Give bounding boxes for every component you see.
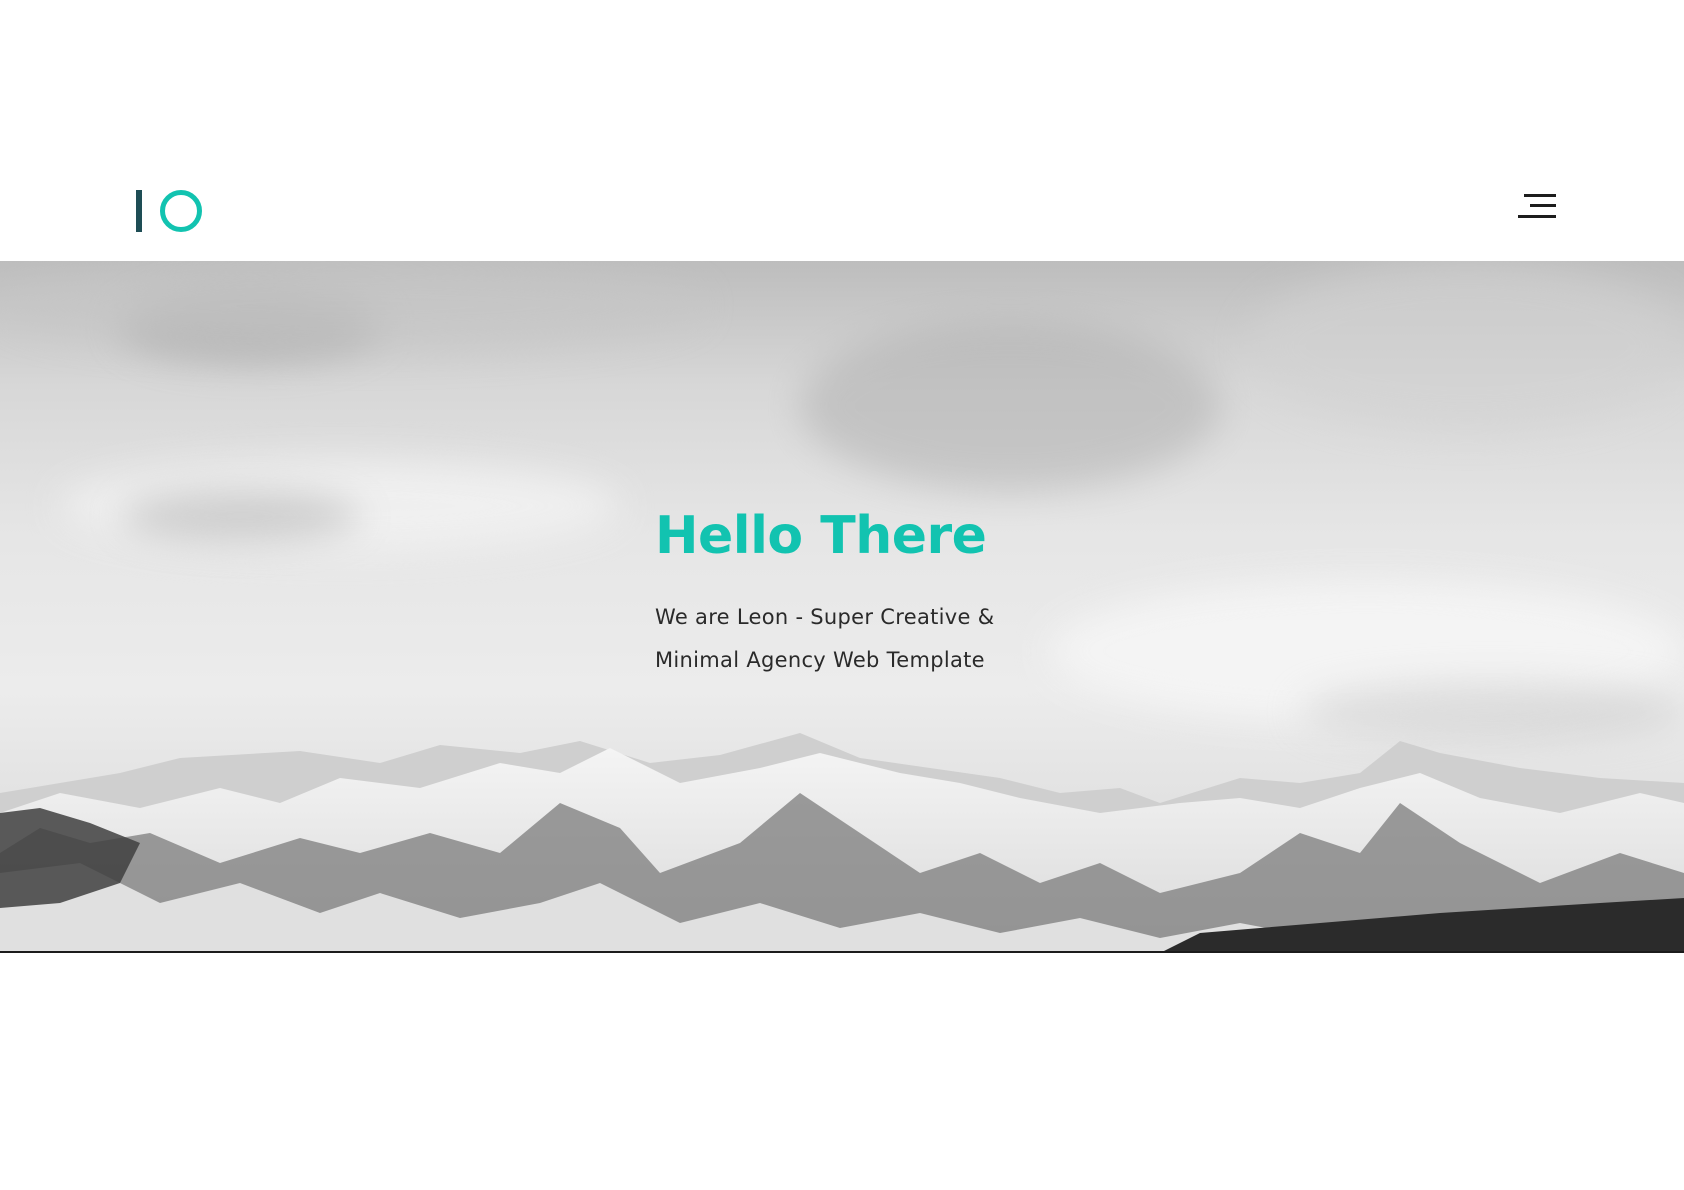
menu-line — [1518, 215, 1556, 218]
cloud — [0, 261, 700, 351]
io-logo-icon[interactable] — [136, 188, 206, 235]
logo-ring — [160, 190, 202, 232]
hero-subtitle-line: We are Leon - Super Creative & — [655, 605, 995, 629]
hero-section: Hello There We are Leon - Super Creative… — [0, 261, 1684, 953]
hero-title: Hello There — [655, 506, 987, 566]
menu-line — [1530, 204, 1556, 207]
hamburger-menu-icon[interactable] — [1512, 194, 1556, 224]
cloud — [1250, 261, 1684, 431]
cloud — [120, 491, 360, 541]
hero-divider — [0, 951, 1684, 953]
cloud — [800, 321, 1220, 491]
menu-line — [1524, 194, 1556, 197]
hero-subtitle: We are Leon - Super Creative & Minimal A… — [655, 596, 1075, 682]
mountains-image — [0, 733, 1684, 953]
hero-content: Hello There We are Leon - Super Creative… — [655, 504, 1075, 682]
hero-subtitle-line: Minimal Agency Web Template — [655, 648, 985, 672]
cloud — [1300, 681, 1684, 741]
site-header — [0, 0, 1684, 261]
logo-bar — [136, 190, 142, 232]
